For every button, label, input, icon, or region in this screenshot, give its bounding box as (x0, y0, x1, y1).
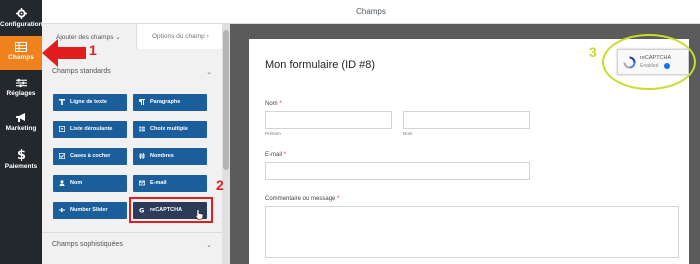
sidebar-item-marketing[interactable]: Marketing (0, 112, 42, 142)
field-button-text-line[interactable]: Ligne de texte (53, 94, 127, 111)
field-button-multiple-choice[interactable]: Choix multiple (133, 121, 207, 138)
last-name-input[interactable] (403, 111, 530, 129)
field-button-number-slider[interactable]: Number Slider (53, 202, 127, 219)
field-button-checkboxes[interactable]: Cases à cocher (53, 148, 127, 165)
annotation-number-1: 1 (89, 42, 97, 58)
email-label: E-mail * (265, 152, 287, 158)
sidebar-item-configuration[interactable]: Configuration (0, 4, 43, 36)
table-icon (15, 42, 27, 52)
field-button-label: Nombres (150, 153, 174, 159)
section-title: Champs sophistiquées (52, 241, 123, 248)
section-fancy-fields[interactable]: Champs sophistiquées ⌄ (52, 241, 212, 249)
dollar-icon: $ (17, 148, 25, 161)
divider (42, 232, 222, 233)
slider-icon (59, 208, 65, 212)
annotation-number-3: 3 (589, 44, 597, 60)
email-input[interactable] (265, 162, 530, 180)
last-name-sublabel: Nom (403, 131, 413, 136)
panel-scrollbar[interactable] (222, 24, 230, 264)
scroll-thumb[interactable] (223, 30, 229, 170)
sidebar-item-reglages[interactable]: Réglages (0, 78, 42, 108)
first-name-sublabel: Prénom (265, 131, 281, 136)
field-button-label: E-mail (150, 180, 167, 186)
field-button-paragraph[interactable]: Paragraphe (133, 94, 207, 111)
field-button-label: Nom (70, 180, 83, 186)
sidebar-item-label: Configuration (0, 21, 43, 28)
form-title: Mon formulaire (ID #8) (265, 59, 376, 71)
dropdown-icon (59, 126, 65, 132)
plugin-sidebar: Configuration Champs Réglages Marketing … (0, 0, 43, 264)
sidebar-item-label: Champs (8, 54, 34, 61)
chevron-down-icon: ⌄ (206, 242, 212, 249)
comment-label: Commentaire ou message * (265, 196, 340, 202)
chevron-down-icon: ⌄ (115, 34, 121, 41)
tab-label: Options du champ (152, 33, 205, 40)
field-button-email[interactable]: E-mail (133, 175, 207, 192)
hash-icon (139, 153, 145, 159)
text-line-icon (59, 99, 65, 105)
user-icon (59, 180, 65, 186)
chevron-down-icon: ⌄ (206, 69, 212, 76)
paragraph-icon (139, 99, 145, 105)
svg-text:$: $ (17, 148, 25, 161)
field-button-label: Paragraphe (150, 99, 181, 105)
field-button-label: Liste déroulante (70, 126, 113, 132)
comment-textarea[interactable] (265, 206, 679, 258)
annotation-number-2: 2 (216, 177, 224, 193)
top-bar: Champs (42, 0, 700, 24)
sidebar-item-label: Paiements (4, 163, 38, 170)
field-button-dropdown[interactable]: Liste déroulante (53, 121, 127, 138)
sidebar-item-label: Marketing (5, 125, 37, 132)
highlight-ellipse (602, 34, 696, 90)
field-button-label: Ligne de texte (70, 99, 107, 105)
sliders-icon (15, 78, 27, 88)
multiple-choice-icon (139, 126, 145, 132)
tab-field-options[interactable]: Options du champ › (137, 24, 222, 49)
name-label: Nom * (265, 101, 282, 107)
gear-icon (15, 8, 27, 19)
field-button-label: Choix multiple (150, 126, 188, 132)
field-button-name[interactable]: Nom (53, 175, 127, 192)
recaptcha-highlight-box (129, 197, 213, 223)
page-title: Champs (356, 7, 386, 16)
chevron-right-icon: › (206, 33, 209, 40)
field-button-label: Cases à cocher (70, 153, 111, 159)
megaphone-icon (16, 113, 25, 122)
field-button-label: Number Slider (70, 207, 108, 213)
sidebar-item-champs[interactable]: Champs (0, 36, 42, 70)
sidebar-item-paiements[interactable]: $ Paiements (0, 147, 42, 177)
red-arrow-icon (42, 39, 86, 67)
field-button-numbers[interactable]: Nombres (133, 148, 207, 165)
sidebar-item-label: Réglages (6, 90, 36, 97)
envelope-icon (139, 180, 145, 186)
checkbox-icon (59, 153, 65, 159)
first-name-input[interactable] (265, 111, 392, 129)
